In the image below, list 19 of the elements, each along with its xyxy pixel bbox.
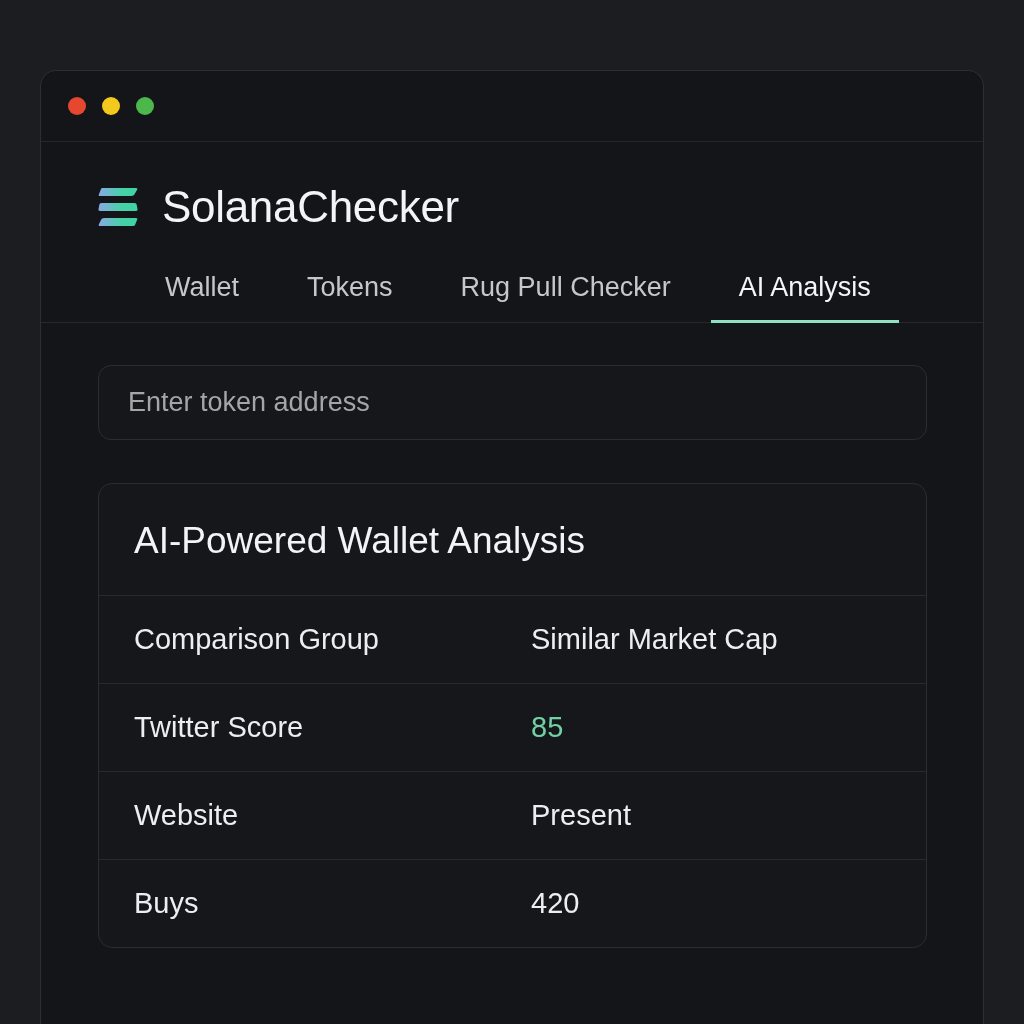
nav-tab[interactable]: AI Analysis [710, 256, 899, 323]
card-title: AI-Powered Wallet Analysis [99, 484, 926, 597]
nav-tab[interactable]: Tokens [279, 256, 421, 323]
metric-value: 85 [531, 710, 565, 745]
window-control-dot-icon[interactable] [136, 97, 154, 115]
metric-value: Similar Market Cap [531, 622, 779, 658]
token-address-input[interactable]: Enter token address [98, 365, 927, 440]
window-control-dot-icon[interactable] [68, 97, 86, 115]
nav-tab[interactable]: Wallet [137, 256, 267, 323]
metric-value: Present [531, 797, 632, 833]
metric-label: Twitter Score [134, 710, 305, 745]
metric-label: Buys [134, 885, 200, 921]
layered-bars-logo-icon [98, 188, 138, 227]
nav-tab[interactable]: Rug Pull Checker [432, 256, 699, 323]
metric-value: 420 [531, 885, 581, 921]
metric-label: Website [134, 797, 240, 833]
metric-label: Comparison Group [134, 622, 380, 658]
window-control-dot-icon[interactable] [102, 97, 120, 115]
app-title: SolanaChecker [162, 182, 459, 233]
